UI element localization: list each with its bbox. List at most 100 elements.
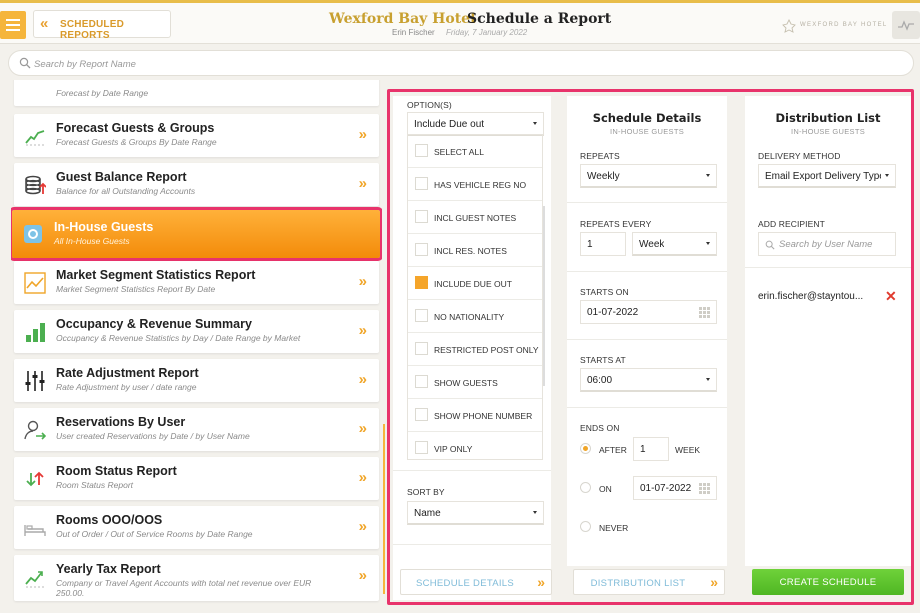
report-description: Out of Order / Out of Service Rooms by D… [56, 529, 253, 539]
checkbox[interactable] [415, 210, 428, 223]
checkbox[interactable] [415, 243, 428, 256]
after-unit: WEEK [675, 445, 701, 455]
user-name: Erin Fischer [392, 28, 435, 37]
repeats-every-value: 1 [587, 239, 593, 250]
recipient-search-placeholder: Search by User Name [779, 239, 873, 250]
checkbox[interactable] [415, 408, 428, 421]
report-item-market-segment[interactable]: Market Segment Statistics Report Market … [14, 261, 379, 304]
calendar-icon[interactable] [699, 483, 710, 494]
ends-after-radio[interactable] [580, 443, 591, 454]
back-to-scheduled-reports-button[interactable]: « SCHEDULED REPORTS [33, 10, 171, 41]
after-value: 1 [640, 444, 646, 455]
option-restricted-post-only[interactable]: RESTRICTED POST ONLY [408, 333, 542, 366]
recipient-email: erin.fischer@stayntou... [758, 291, 864, 302]
chevron-right-icon: » [358, 126, 367, 143]
button-label: SCHEDULE DETAILS [415, 578, 515, 589]
report-description: Forecast by Date Range [56, 88, 149, 98]
report-item-yearly-tax[interactable]: Yearly Tax Report Company or Travel Agen… [14, 555, 379, 601]
starts-on-value: 01-07-2022 [587, 307, 639, 318]
options-select[interactable]: Include Due out [407, 112, 544, 136]
search-placeholder: Search by Report Name [34, 59, 136, 70]
list-scrollbar[interactable] [383, 424, 385, 594]
sort-by-label: SORT BY [407, 487, 445, 497]
search-icon [765, 240, 775, 250]
options-scrollbar[interactable] [543, 206, 545, 386]
option-include-due-out[interactable]: INCLUDE DUE OUT [408, 267, 542, 300]
report-item-rate-adjustment[interactable]: Rate Adjustment Report Rate Adjustment b… [14, 359, 379, 402]
bed-icon [24, 525, 46, 536]
after-label: AFTER [599, 445, 627, 455]
activity-pulse-icon[interactable] [892, 11, 920, 39]
report-item[interactable]: Forecast by Date Range [14, 80, 379, 106]
sort-by-select[interactable]: Name [407, 501, 544, 525]
option-no-nationality[interactable]: NO NATIONALITY [408, 300, 542, 333]
report-item-room-status[interactable]: Room Status Report Room Status Report » [14, 457, 379, 500]
option-incl-guest-notes[interactable]: INCL GUEST NOTES [408, 201, 542, 234]
starts-at-select[interactable]: 06:00 [580, 368, 717, 392]
ends-on-date-input[interactable]: 01-07-2022 [633, 476, 717, 500]
report-search-input[interactable]: Search by Report Name [8, 50, 914, 76]
option-has-vehicle-reg-no[interactable]: HAS VEHICLE REG NO [408, 168, 542, 201]
ends-on-radio[interactable] [580, 482, 591, 493]
create-schedule-button[interactable]: CREATE SCHEDULE [752, 569, 904, 595]
checkbox[interactable] [415, 177, 428, 190]
checkbox[interactable] [415, 309, 428, 322]
schedule-details-button[interactable]: SCHEDULE DETAILS » [400, 569, 552, 595]
ends-never-radio[interactable] [580, 521, 591, 532]
remove-recipient-icon[interactable]: ✕ [885, 288, 897, 305]
divider [567, 271, 727, 272]
report-item-in-house-guests[interactable]: In-House Guests All In-House Guests [11, 207, 382, 261]
section-title: Schedule Details [592, 111, 702, 125]
chevron-right-icon: » [358, 518, 367, 535]
option-show-phone-number[interactable]: SHOW PHONE NUMBER [408, 399, 542, 432]
repeats-every-input[interactable]: 1 [580, 232, 626, 256]
recipient-search-input[interactable]: Search by User Name [758, 232, 896, 256]
report-description: Room Status Report [56, 480, 134, 490]
report-list: Forecast by Date Range Forecast Guests &… [11, 80, 382, 613]
option-label: INCL RES. NOTES [434, 246, 507, 256]
starts-on-label: STARTS ON [580, 287, 629, 297]
option-show-guests[interactable]: SHOW GUESTS [408, 366, 542, 399]
report-item-forecast-guests-groups[interactable]: Forecast Guests & Groups Forecast Guests… [14, 114, 379, 157]
report-item-rooms-ooo-oos[interactable]: Rooms OOO/OOS Out of Order / Out of Serv… [14, 506, 379, 549]
checkbox[interactable] [415, 441, 428, 454]
delivery-method-label: DELIVERY METHOD [758, 151, 841, 161]
hamburger-menu-icon[interactable] [0, 11, 26, 39]
repeats-every-unit-select[interactable]: Week [632, 232, 717, 256]
report-item-occupancy-revenue[interactable]: Occupancy & Revenue Summary Occupancy & … [14, 310, 379, 353]
checkbox[interactable] [415, 375, 428, 388]
report-item-reservations-by-user[interactable]: Reservations By User User created Reserv… [14, 408, 379, 451]
divider [567, 202, 727, 203]
section-subtitle: IN-HOUSE GUESTS [790, 127, 866, 136]
option-label: NO NATIONALITY [434, 312, 505, 322]
starts-on-date-input[interactable]: 01-07-2022 [580, 300, 717, 324]
chevron-right-icon: » [358, 175, 367, 192]
business-date: Friday, 7 January 2022 [446, 28, 528, 37]
repeats-every-unit-value: Week [639, 239, 665, 250]
divider [745, 267, 911, 268]
option-vip-only[interactable]: VIP ONLY [408, 432, 542, 465]
checkbox[interactable] [415, 342, 428, 355]
repeats-label: REPEATS [580, 151, 620, 161]
chevron-right-icon: » [358, 420, 367, 437]
report-item-guest-balance[interactable]: Guest Balance Report Balance for all Out… [14, 163, 379, 206]
calendar-icon[interactable] [699, 307, 710, 318]
on-label: ON [599, 484, 612, 494]
report-description: Company or Travel Agent Accounts with to… [56, 578, 312, 598]
chart-up-icon [25, 571, 44, 588]
checkbox[interactable] [415, 144, 428, 157]
option-incl-res-notes[interactable]: INCL RES. NOTES [408, 234, 542, 267]
repeats-select[interactable]: Weekly [580, 164, 717, 188]
checkbox-checked[interactable] [415, 276, 428, 289]
delivery-method-select[interactable]: Email Export Delivery Type [758, 164, 896, 188]
never-label: NEVER [599, 523, 629, 533]
section-title: Distribution List [775, 111, 881, 125]
distribution-list-column: Distribution List IN-HOUSE GUESTS DELIVE… [745, 96, 911, 566]
search-icon [19, 57, 31, 69]
distribution-list-button[interactable]: DISTRIBUTION LIST » [573, 569, 725, 595]
ends-after-count-input[interactable]: 1 [633, 437, 669, 461]
line-graph-icon [24, 272, 46, 294]
options-column: OPTION(S) Include Due out SELECT ALL HAS… [393, 96, 552, 600]
option-select-all[interactable]: SELECT ALL [408, 135, 542, 168]
caret-down-icon [885, 174, 889, 177]
